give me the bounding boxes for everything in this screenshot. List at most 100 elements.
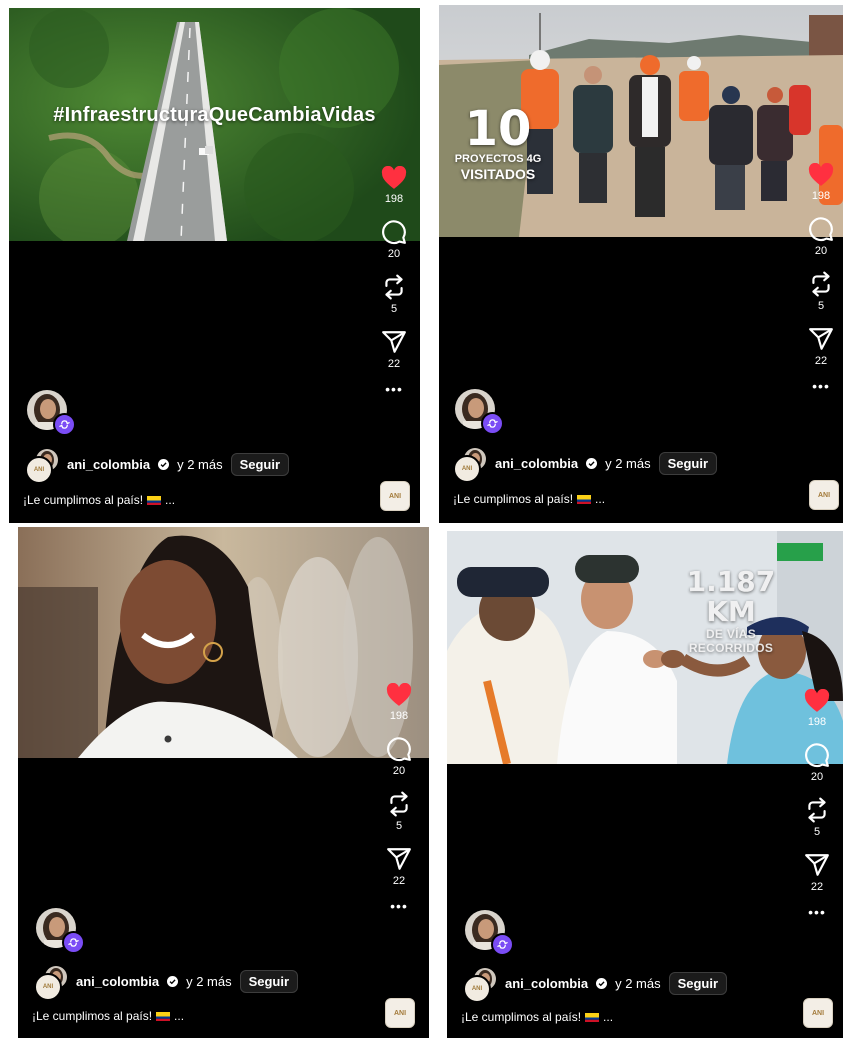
coauthor-avatars[interactable]: ANI bbox=[463, 967, 497, 1003]
caption-text: ¡Le cumplimos al país! bbox=[32, 1009, 153, 1023]
share-count: 22 bbox=[814, 355, 828, 367]
username[interactable]: ani_colombia bbox=[67, 457, 150, 472]
follow-button[interactable]: Seguir bbox=[230, 452, 290, 476]
colombia-flag-icon bbox=[577, 494, 592, 504]
repost-icon[interactable] bbox=[808, 271, 834, 297]
ani-logo-avatar: ANI bbox=[453, 455, 481, 483]
repost-count: 5 bbox=[813, 826, 821, 838]
ani-logo-avatar: ANI bbox=[463, 975, 491, 1003]
verified-icon bbox=[158, 458, 170, 470]
author-row: ANI ani_colombia y 2 más Seguir bbox=[463, 967, 728, 1003]
caption[interactable]: ¡Le cumplimos al país! ... bbox=[461, 1010, 613, 1024]
username[interactable]: ani_colombia bbox=[76, 974, 159, 989]
verified-icon bbox=[586, 457, 598, 469]
coauthors-count[interactable]: y 2 más bbox=[615, 976, 661, 991]
author-row: ANI ani_colombia y 2 más Seguir bbox=[25, 448, 290, 484]
coauthor-avatars[interactable]: ANI bbox=[25, 448, 59, 484]
author-row: ANI ani_colombia y 2 más Seguir bbox=[453, 447, 718, 483]
overlay-line2: VISITADOS bbox=[460, 166, 536, 182]
caption[interactable]: ¡Le cumplimos al país! ... bbox=[32, 1009, 184, 1023]
action-bar: 198 20 5 22 ••• bbox=[805, 163, 837, 393]
caption-more: ... bbox=[603, 1010, 614, 1024]
heart-icon[interactable] bbox=[386, 683, 412, 707]
reel-panel-3: 198 20 5 22 ••• ANI ani_colombia y 2 más… bbox=[18, 527, 429, 1038]
send-icon[interactable] bbox=[804, 852, 830, 878]
comment-icon[interactable] bbox=[381, 219, 407, 245]
ani-logo-avatar: ANI bbox=[34, 973, 62, 1001]
like-count: 198 bbox=[389, 710, 409, 722]
overlay-km: 1.187 KM bbox=[686, 565, 776, 628]
overlay-headline: 10 PROYECTOS 4G VISITADOS bbox=[453, 105, 543, 182]
remix-icon bbox=[53, 413, 76, 436]
action-bar: 198 20 5 22 ••• bbox=[378, 166, 410, 396]
caption[interactable]: ¡Le cumplimos al país! ... bbox=[23, 493, 175, 507]
repost-count: 5 bbox=[390, 303, 398, 315]
reel-media-highway[interactable]: #InfraestructuraQueCambiaVidas bbox=[9, 8, 420, 241]
colombia-flag-icon bbox=[585, 1012, 600, 1022]
audio-logo-icon[interactable]: ANI bbox=[803, 998, 833, 1028]
verified-icon bbox=[596, 977, 608, 989]
overlay-number: 10 bbox=[464, 101, 532, 157]
follow-button[interactable]: Seguir bbox=[239, 969, 299, 993]
more-icon[interactable]: ••• bbox=[805, 379, 837, 393]
reel-media-site-visit[interactable]: 10 PROYECTOS 4G VISITADOS bbox=[439, 5, 843, 237]
coauthors-count[interactable]: y 2 más bbox=[186, 974, 232, 989]
comment-icon[interactable] bbox=[386, 736, 412, 762]
share-count: 22 bbox=[810, 881, 824, 893]
coauthor-avatars[interactable]: ANI bbox=[34, 965, 68, 1001]
comment-icon[interactable] bbox=[808, 216, 834, 242]
repost-count: 5 bbox=[817, 300, 825, 312]
caption[interactable]: ¡Le cumplimos al país! ... bbox=[453, 492, 605, 506]
audio-logo-icon[interactable]: ANI bbox=[809, 480, 839, 510]
heart-icon[interactable] bbox=[808, 163, 834, 187]
verified-icon bbox=[167, 975, 179, 987]
like-count: 198 bbox=[811, 190, 831, 202]
comment-count: 20 bbox=[392, 765, 406, 777]
send-icon[interactable] bbox=[386, 846, 412, 872]
overlay-hashtag: #InfraestructuraQueCambiaVidas bbox=[53, 104, 376, 126]
colombia-flag-icon bbox=[156, 1011, 171, 1021]
coauthors-count[interactable]: y 2 más bbox=[605, 456, 651, 471]
follow-button[interactable]: Seguir bbox=[658, 451, 718, 475]
repost-icon[interactable] bbox=[381, 274, 407, 300]
action-bar: 198 20 5 22 ••• bbox=[383, 683, 415, 913]
reel-panel-2: 10 PROYECTOS 4G VISITADOS 198 20 5 22 ••… bbox=[439, 5, 843, 523]
more-icon[interactable]: ••• bbox=[383, 899, 415, 913]
heart-icon[interactable] bbox=[804, 689, 830, 713]
send-icon[interactable] bbox=[808, 326, 834, 352]
audio-logo-icon[interactable]: ANI bbox=[385, 998, 415, 1028]
reel-panel-4: 1.187 KM DE VÍAS RECORRIDOS 198 20 5 22 … bbox=[447, 531, 843, 1038]
comment-count: 20 bbox=[814, 245, 828, 257]
audio-logo-icon[interactable]: ANI bbox=[380, 481, 410, 511]
caption-text: ¡Le cumplimos al país! bbox=[461, 1010, 582, 1024]
share-count: 22 bbox=[392, 875, 406, 887]
like-count: 198 bbox=[807, 716, 827, 728]
reel-media-smiling-girl[interactable] bbox=[18, 527, 429, 758]
comment-icon[interactable] bbox=[804, 742, 830, 768]
share-count: 22 bbox=[387, 358, 401, 370]
more-icon[interactable]: ••• bbox=[801, 905, 833, 919]
like-count: 198 bbox=[384, 193, 404, 205]
author-row: ANI ani_colombia y 2 más Seguir bbox=[34, 965, 299, 1001]
reel-media-fist-bump[interactable]: 1.187 KM DE VÍAS RECORRIDOS bbox=[447, 531, 843, 764]
heart-icon[interactable] bbox=[381, 166, 407, 190]
repost-icon[interactable] bbox=[386, 791, 412, 817]
follow-button[interactable]: Seguir bbox=[668, 971, 728, 995]
username[interactable]: ani_colombia bbox=[505, 976, 588, 991]
smiling-girl-image bbox=[18, 527, 429, 758]
overlay-distance: 1.187 KM DE VÍAS RECORRIDOS bbox=[671, 565, 791, 656]
repost-count: 5 bbox=[395, 820, 403, 832]
send-icon[interactable] bbox=[381, 329, 407, 355]
ani-logo-avatar: ANI bbox=[25, 456, 53, 484]
username[interactable]: ani_colombia bbox=[495, 456, 578, 471]
caption-more: ... bbox=[165, 493, 176, 507]
repost-icon[interactable] bbox=[804, 797, 830, 823]
more-icon[interactable]: ••• bbox=[378, 382, 410, 396]
coauthor-avatars[interactable]: ANI bbox=[453, 447, 487, 483]
action-bar: 198 20 5 22 ••• bbox=[801, 689, 833, 919]
remix-icon bbox=[491, 933, 514, 956]
caption-more: ... bbox=[595, 492, 606, 506]
caption-text: ¡Le cumplimos al país! bbox=[453, 492, 574, 506]
coauthors-count[interactable]: y 2 más bbox=[177, 457, 223, 472]
colombia-flag-icon bbox=[147, 495, 162, 505]
